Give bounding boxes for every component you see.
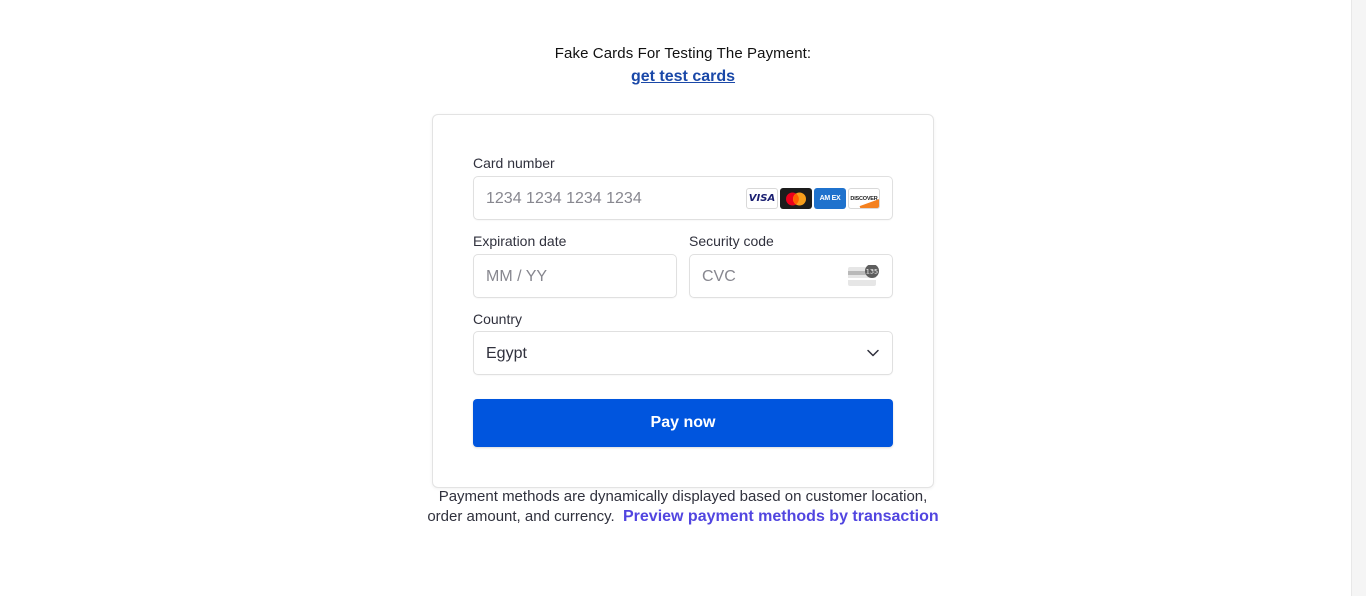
- expiration-placeholder: MM / YY: [486, 268, 548, 285]
- country-value: Egypt: [486, 345, 527, 362]
- payment-form: Card number 1234 1234 1234 1234 VISA AM …: [432, 114, 934, 488]
- country-select[interactable]: Egypt: [473, 331, 893, 375]
- expiration-field[interactable]: MM / YY: [473, 254, 677, 298]
- expiration-label: Expiration date: [473, 233, 567, 249]
- security-code-label: Security code: [689, 233, 774, 249]
- card-number-label: Card number: [473, 155, 555, 171]
- amex-icon: AM EX: [814, 188, 846, 209]
- header: Fake Cards For Testing The Payment: get …: [0, 43, 1366, 87]
- chevron-down-icon: [867, 349, 879, 357]
- security-code-placeholder: CVC: [702, 268, 736, 285]
- card-number-placeholder: 1234 1234 1234 1234: [486, 190, 642, 207]
- page-title: Fake Cards For Testing The Payment:: [554, 45, 812, 62]
- svg-text:135: 135: [866, 268, 878, 276]
- discover-icon: DISCOVER: [848, 188, 880, 209]
- security-code-field[interactable]: CVC 135: [689, 254, 893, 298]
- country-label: Country: [473, 311, 523, 327]
- mastercard-icon: [780, 188, 812, 209]
- pay-now-button[interactable]: Pay now: [473, 399, 893, 447]
- card-number-field[interactable]: 1234 1234 1234 1234 VISA AM EX DISCOVER: [473, 176, 893, 220]
- preview-payment-methods-link[interactable]: Preview payment methods by transaction: [623, 508, 939, 525]
- cvc-card-icon: 135: [848, 265, 879, 286]
- visa-icon: VISA: [746, 188, 778, 209]
- card-brands: VISA AM EX DISCOVER: [746, 188, 880, 209]
- footer-note: Payment methods are dynamically displaye…: [426, 487, 940, 527]
- scrollbar[interactable]: [1351, 0, 1366, 596]
- get-test-cards-link[interactable]: get test cards: [631, 67, 735, 87]
